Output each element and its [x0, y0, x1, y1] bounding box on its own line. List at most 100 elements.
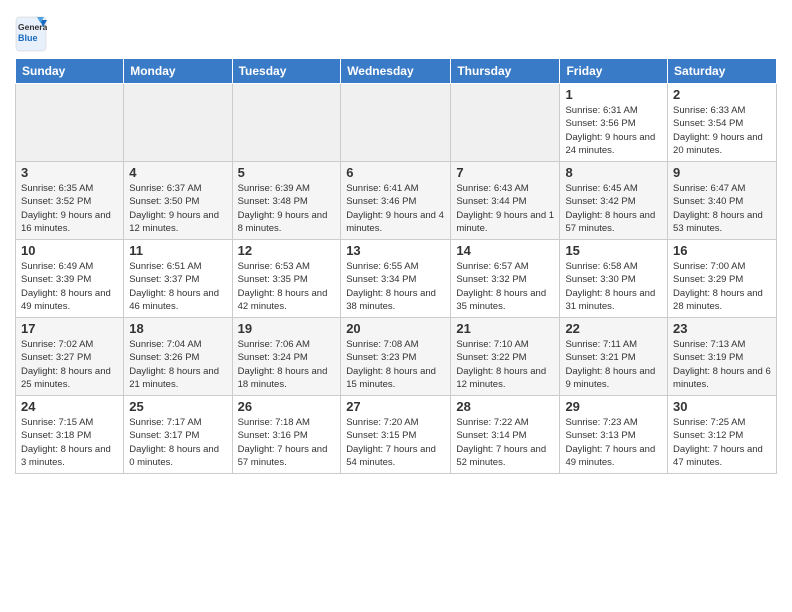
day-number: 5: [238, 165, 336, 180]
calendar-cell: 16Sunrise: 7:00 AMSunset: 3:29 PMDayligh…: [668, 240, 777, 318]
day-number: 6: [346, 165, 445, 180]
day-info: Sunrise: 6:49 AMSunset: 3:39 PMDaylight:…: [21, 260, 118, 313]
calendar-cell: 22Sunrise: 7:11 AMSunset: 3:21 PMDayligh…: [560, 318, 668, 396]
calendar-cell: 15Sunrise: 6:58 AMSunset: 3:30 PMDayligh…: [560, 240, 668, 318]
day-info: Sunrise: 6:35 AMSunset: 3:52 PMDaylight:…: [21, 182, 118, 235]
day-info: Sunrise: 6:41 AMSunset: 3:46 PMDaylight:…: [346, 182, 445, 235]
calendar-cell: 13 Sunrise: 6:55 AMSunset: 3:34 PMDayligh…: [341, 240, 451, 318]
calendar-cell: 18Sunrise: 7:04 AMSunset: 3:26 PMDayligh…: [124, 318, 232, 396]
day-number: 7: [456, 165, 554, 180]
day-info: Sunrise: 7:13 AMSunset: 3:19 PMDaylight:…: [673, 338, 771, 391]
calendar-cell: 10 Sunrise: 6:49 AMSunset: 3:39 PMDayligh…: [16, 240, 124, 318]
logo-svg: General Blue: [15, 16, 47, 52]
calendar-cell: 8 Sunrise: 6:45 AMSunset: 3:42 PMDaylight…: [560, 162, 668, 240]
day-number: 9: [673, 165, 771, 180]
calendar-cell: 24 Sunrise: 7:15 AMSunset: 3:18 PMDayligh…: [16, 396, 124, 474]
calendar-cell: 23Sunrise: 7:13 AMSunset: 3:19 PMDayligh…: [668, 318, 777, 396]
col-saturday: Saturday: [668, 59, 777, 84]
day-info: Sunrise: 6:37 AMSunset: 3:50 PMDaylight:…: [129, 182, 226, 235]
day-info: Sunrise: 6:39 AMSunset: 3:48 PMDaylight:…: [238, 182, 336, 235]
day-number: 14: [456, 243, 554, 258]
day-number: 17: [21, 321, 118, 336]
day-info: Sunrise: 7:06 AMSunset: 3:24 PMDaylight:…: [238, 338, 336, 391]
day-number: 20: [346, 321, 445, 336]
calendar-cell: 9 Sunrise: 6:47 AMSunset: 3:40 PMDaylight…: [668, 162, 777, 240]
calendar-cell: 19 Sunrise: 7:06 AMSunset: 3:24 PMDayligh…: [232, 318, 341, 396]
calendar-cell: [16, 84, 124, 162]
calendar-cell: 14 Sunrise: 6:57 AMSunset: 3:32 PMDayligh…: [451, 240, 560, 318]
logo: General Blue: [15, 16, 47, 52]
day-number: 28: [456, 399, 554, 414]
day-info: Sunrise: 7:08 AMSunset: 3:23 PMDaylight:…: [346, 338, 445, 391]
day-info: Sunrise: 7:00 AMSunset: 3:29 PMDaylight:…: [673, 260, 771, 313]
calendar-cell: 29 Sunrise: 7:23 AMSunset: 3:13 PMDayligh…: [560, 396, 668, 474]
calendar-week-1: 1 Sunrise: 6:31 AMSunset: 3:56 PMDaylight…: [16, 84, 777, 162]
calendar-cell: [341, 84, 451, 162]
page: General Blue Sunday Monday Tuesday Wedne…: [0, 0, 792, 612]
day-info: Sunrise: 7:20 AMSunset: 3:15 PMDaylight:…: [346, 416, 445, 469]
day-info: Sunrise: 6:31 AMSunset: 3:56 PMDaylight:…: [565, 104, 662, 157]
day-number: 19: [238, 321, 336, 336]
day-number: 13: [346, 243, 445, 258]
calendar-cell: [232, 84, 341, 162]
day-number: 29: [565, 399, 662, 414]
calendar-cell: 11 Sunrise: 6:51 AMSunset: 3:37 PMDayligh…: [124, 240, 232, 318]
calendar-cell: 17Sunrise: 7:02 AMSunset: 3:27 PMDayligh…: [16, 318, 124, 396]
day-info: Sunrise: 7:23 AMSunset: 3:13 PMDaylight:…: [565, 416, 662, 469]
day-info: Sunrise: 6:45 AMSunset: 3:42 PMDaylight:…: [565, 182, 662, 235]
day-number: 3: [21, 165, 118, 180]
calendar-cell: 20 Sunrise: 7:08 AMSunset: 3:23 PMDayligh…: [341, 318, 451, 396]
day-info: Sunrise: 7:04 AMSunset: 3:26 PMDaylight:…: [129, 338, 226, 391]
calendar-cell: 26 Sunrise: 7:18 AMSunset: 3:16 PMDayligh…: [232, 396, 341, 474]
day-info: Sunrise: 6:53 AMSunset: 3:35 PMDaylight:…: [238, 260, 336, 313]
day-info: Sunrise: 6:55 AMSunset: 3:34 PMDaylight:…: [346, 260, 445, 313]
day-info: Sunrise: 7:18 AMSunset: 3:16 PMDaylight:…: [238, 416, 336, 469]
day-number: 24: [21, 399, 118, 414]
header: General Blue: [15, 10, 777, 52]
day-number: 10: [21, 243, 118, 258]
calendar-week-2: 3 Sunrise: 6:35 AMSunset: 3:52 PMDaylight…: [16, 162, 777, 240]
day-number: 27: [346, 399, 445, 414]
day-info: Sunrise: 6:51 AMSunset: 3:37 PMDaylight:…: [129, 260, 226, 313]
calendar-cell: 6 Sunrise: 6:41 AMSunset: 3:46 PMDaylight…: [341, 162, 451, 240]
day-info: Sunrise: 7:11 AMSunset: 3:21 PMDaylight:…: [565, 338, 662, 391]
col-wednesday: Wednesday: [341, 59, 451, 84]
day-number: 26: [238, 399, 336, 414]
day-info: Sunrise: 7:17 AMSunset: 3:17 PMDaylight:…: [129, 416, 226, 469]
day-number: 11: [129, 243, 226, 258]
day-number: 15: [565, 243, 662, 258]
day-number: 4: [129, 165, 226, 180]
day-number: 8: [565, 165, 662, 180]
day-info: Sunrise: 7:10 AMSunset: 3:22 PMDaylight:…: [456, 338, 554, 391]
calendar-header-row: Sunday Monday Tuesday Wednesday Thursday…: [16, 59, 777, 84]
calendar: Sunday Monday Tuesday Wednesday Thursday…: [15, 58, 777, 474]
day-info: Sunrise: 7:15 AMSunset: 3:18 PMDaylight:…: [21, 416, 118, 469]
calendar-cell: 28 Sunrise: 7:22 AMSunset: 3:14 PMDayligh…: [451, 396, 560, 474]
calendar-week-3: 10 Sunrise: 6:49 AMSunset: 3:39 PMDayligh…: [16, 240, 777, 318]
day-number: 21: [456, 321, 554, 336]
col-sunday: Sunday: [16, 59, 124, 84]
calendar-cell: 5 Sunrise: 6:39 AMSunset: 3:48 PMDaylight…: [232, 162, 341, 240]
calendar-week-4: 17Sunrise: 7:02 AMSunset: 3:27 PMDayligh…: [16, 318, 777, 396]
calendar-cell: 3 Sunrise: 6:35 AMSunset: 3:52 PMDaylight…: [16, 162, 124, 240]
calendar-cell: 27 Sunrise: 7:20 AMSunset: 3:15 PMDayligh…: [341, 396, 451, 474]
calendar-cell: 12Sunrise: 6:53 AMSunset: 3:35 PMDayligh…: [232, 240, 341, 318]
calendar-cell: 1 Sunrise: 6:31 AMSunset: 3:56 PMDaylight…: [560, 84, 668, 162]
col-tuesday: Tuesday: [232, 59, 341, 84]
calendar-cell: [451, 84, 560, 162]
calendar-cell: 25 Sunrise: 7:17 AMSunset: 3:17 PMDayligh…: [124, 396, 232, 474]
day-info: Sunrise: 6:57 AMSunset: 3:32 PMDaylight:…: [456, 260, 554, 313]
day-number: 1: [565, 87, 662, 102]
calendar-cell: 30Sunrise: 7:25 AMSunset: 3:12 PMDayligh…: [668, 396, 777, 474]
calendar-cell: 7Sunrise: 6:43 AMSunset: 3:44 PMDaylight…: [451, 162, 560, 240]
calendar-cell: 2Sunrise: 6:33 AMSunset: 3:54 PMDaylight…: [668, 84, 777, 162]
calendar-cell: [124, 84, 232, 162]
day-info: Sunrise: 6:33 AMSunset: 3:54 PMDaylight:…: [673, 104, 771, 157]
day-number: 25: [129, 399, 226, 414]
day-number: 30: [673, 399, 771, 414]
calendar-cell: 21 Sunrise: 7:10 AMSunset: 3:22 PMDayligh…: [451, 318, 560, 396]
col-friday: Friday: [560, 59, 668, 84]
day-info: Sunrise: 7:22 AMSunset: 3:14 PMDaylight:…: [456, 416, 554, 469]
svg-text:Blue: Blue: [18, 33, 38, 43]
day-info: Sunrise: 6:47 AMSunset: 3:40 PMDaylight:…: [673, 182, 771, 235]
